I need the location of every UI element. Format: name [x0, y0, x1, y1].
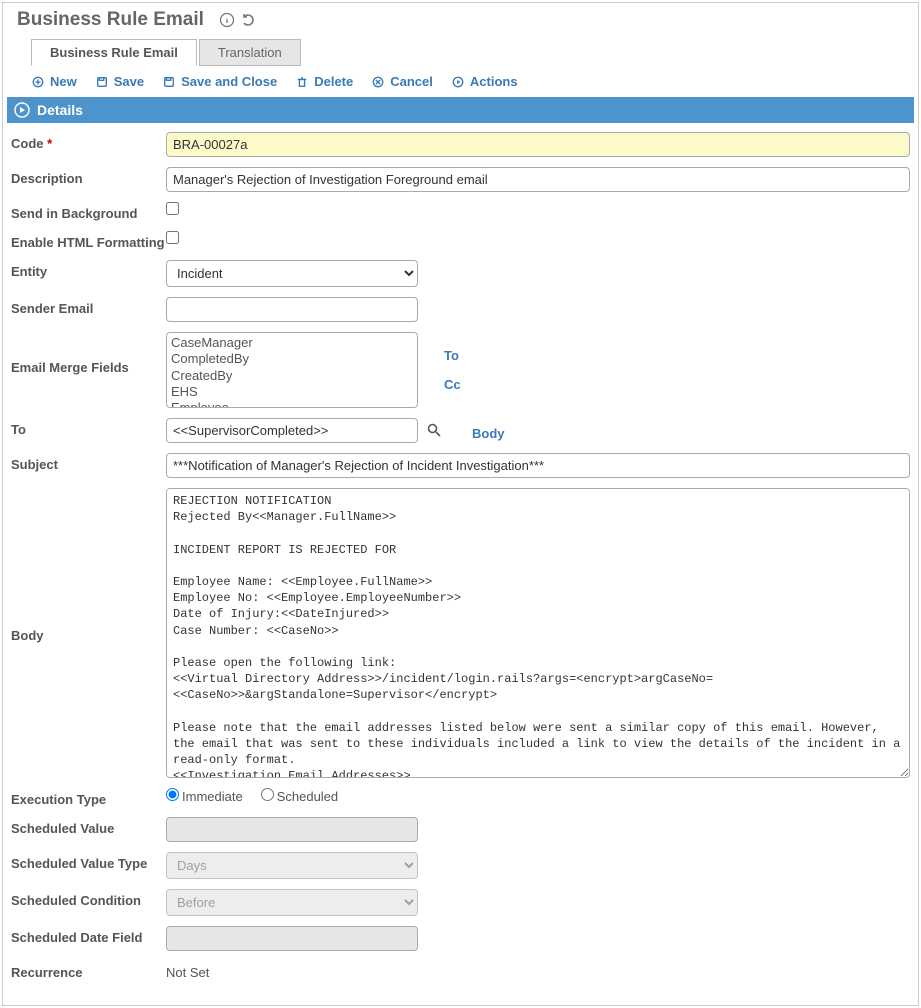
row-schedcond: Scheduled Condition Before: [11, 884, 910, 921]
page-container: Business Rule Email Business Rule Email …: [2, 2, 919, 1006]
delete-label: Delete: [314, 74, 353, 89]
merge-opt[interactable]: CaseManager: [171, 335, 413, 351]
row-body: Body: [11, 483, 910, 783]
new-label: New: [50, 74, 77, 89]
entity-select[interactable]: Incident: [166, 260, 418, 287]
merge-cc-link[interactable]: Cc: [444, 377, 461, 392]
row-mergefields: Email Merge Fields CaseManager Completed…: [11, 327, 910, 413]
plus-icon: [31, 75, 45, 89]
row-description: Description: [11, 162, 910, 197]
row-subject: Subject: [11, 448, 910, 483]
label-senderemail: Sender Email: [11, 301, 93, 316]
label-description: Description: [11, 171, 83, 186]
label-body: Body: [11, 628, 44, 643]
trash-icon: [295, 75, 309, 89]
enable-html-checkbox[interactable]: [166, 231, 179, 244]
tab-business-rule-email[interactable]: Business Rule Email: [31, 39, 197, 66]
row-code: Code *: [11, 127, 910, 162]
exectype-scheduled-label[interactable]: Scheduled: [261, 788, 338, 804]
merge-fields-listbox[interactable]: CaseManager CompletedBy CreatedBy EHS Em…: [166, 332, 418, 408]
merge-opt[interactable]: Employee: [171, 400, 413, 408]
tab-bar: Business Rule Email Translation: [31, 39, 918, 66]
label-code: Code: [11, 136, 44, 151]
actions-button[interactable]: Actions: [451, 74, 518, 89]
actions-label: Actions: [470, 74, 518, 89]
row-to: To Body: [11, 413, 910, 448]
row-sendbg: Send in Background: [11, 197, 910, 226]
play-icon: [451, 75, 465, 89]
collapse-icon[interactable]: [13, 101, 31, 119]
form-body: Code * Description Send in Background En…: [3, 123, 918, 985]
subject-input[interactable]: [166, 453, 910, 478]
merge-body-link[interactable]: Body: [472, 420, 505, 441]
cancel-label: Cancel: [390, 74, 433, 89]
label-schedvaltype: Scheduled Value Type: [11, 856, 147, 871]
code-input[interactable]: [166, 132, 910, 157]
row-exectype: Execution Type Immediate Scheduled: [11, 783, 910, 812]
body-textarea[interactable]: [166, 488, 910, 778]
save-label: Save: [114, 74, 144, 89]
description-input[interactable]: [166, 167, 910, 192]
page-header: Business Rule Email: [3, 3, 918, 39]
label-entity: Entity: [11, 264, 47, 279]
refresh-icon[interactable]: [240, 11, 258, 29]
exectype-scheduled-radio[interactable]: [261, 788, 274, 801]
label-schedval: Scheduled Value: [11, 821, 114, 836]
cancel-button[interactable]: Cancel: [371, 74, 433, 89]
exectype-immediate-label[interactable]: Immediate: [166, 788, 243, 804]
sender-email-input[interactable]: [166, 297, 418, 322]
label-scheddatefield: Scheduled Date Field: [11, 930, 142, 945]
exectype-immediate-text: Immediate: [182, 789, 243, 804]
save-close-button[interactable]: Save and Close: [162, 74, 277, 89]
section-header-details[interactable]: Details: [7, 97, 914, 123]
row-recurrence: Recurrence Not Set: [11, 956, 910, 985]
merge-to-link[interactable]: To: [444, 348, 461, 363]
row-schedvaltype: Scheduled Value Type Days: [11, 847, 910, 884]
scheduled-date-field-input: [166, 926, 418, 951]
merge-opt[interactable]: CompletedBy: [171, 351, 413, 367]
label-mergefields: Email Merge Fields: [11, 360, 129, 375]
exectype-scheduled-text: Scheduled: [277, 789, 338, 804]
save-close-label: Save and Close: [181, 74, 277, 89]
row-enablehtml: Enable HTML Formatting: [11, 226, 910, 255]
merge-links: To Cc: [444, 348, 461, 392]
label-exectype: Execution Type: [11, 792, 106, 807]
required-mark: *: [47, 136, 52, 151]
exectype-immediate-radio[interactable]: [166, 788, 179, 801]
save-icon: [95, 75, 109, 89]
search-icon[interactable]: [426, 422, 444, 440]
merge-opt[interactable]: EHS: [171, 384, 413, 400]
scheduled-value-input: [166, 817, 418, 842]
save-close-icon: [162, 75, 176, 89]
label-enablehtml: Enable HTML Formatting: [11, 235, 165, 250]
save-button[interactable]: Save: [95, 74, 144, 89]
row-senderemail: Sender Email: [11, 292, 910, 327]
label-schedcond: Scheduled Condition: [11, 893, 141, 908]
label-sendbg: Send in Background: [11, 206, 137, 221]
cancel-icon: [371, 75, 385, 89]
delete-button[interactable]: Delete: [295, 74, 353, 89]
new-button[interactable]: New: [31, 74, 77, 89]
info-icon[interactable]: [218, 11, 236, 29]
recurrence-value: Not Set: [166, 961, 209, 980]
label-subject: Subject: [11, 457, 58, 472]
label-to: To: [11, 422, 26, 437]
section-title: Details: [37, 102, 83, 118]
scheduled-condition-select: Before: [166, 889, 418, 916]
scheduled-value-type-select: Days: [166, 852, 418, 879]
toolbar: New Save Save and Close Delete Cancel Ac…: [3, 66, 918, 97]
send-in-background-checkbox[interactable]: [166, 202, 179, 215]
row-schedval: Scheduled Value: [11, 812, 910, 847]
page-title: Business Rule Email: [17, 9, 204, 31]
to-input[interactable]: [166, 418, 418, 443]
row-scheddatefield: Scheduled Date Field: [11, 921, 910, 956]
tab-translation[interactable]: Translation: [199, 39, 301, 66]
merge-opt[interactable]: CreatedBy: [171, 368, 413, 384]
row-entity: Entity Incident: [11, 255, 910, 292]
label-recurrence: Recurrence: [11, 965, 83, 980]
